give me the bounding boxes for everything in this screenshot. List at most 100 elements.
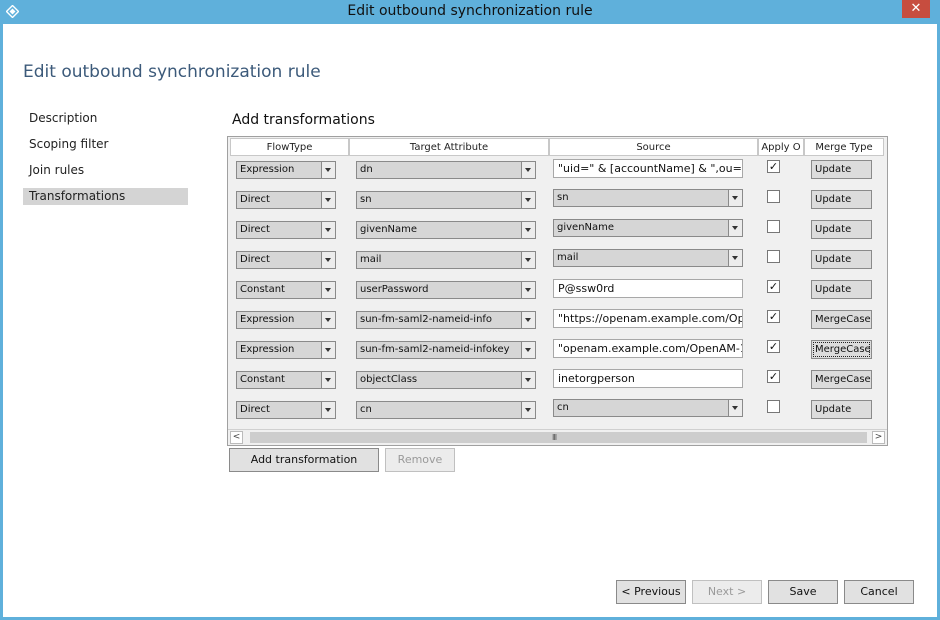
chevron-down-icon[interactable] (728, 400, 742, 416)
target-attribute-select-value: sun-fm-saml2-nameid-info (360, 314, 493, 325)
target-attribute-select[interactable]: cn (356, 401, 536, 419)
chevron-down-icon[interactable] (521, 222, 535, 238)
target-attribute-select[interactable]: mail (356, 251, 536, 269)
chevron-down-icon[interactable] (321, 402, 335, 418)
target-attribute-select-value: sn (360, 194, 372, 205)
merge-type-select[interactable]: Update (811, 220, 872, 239)
column-header-merge-type[interactable]: Merge Type (804, 138, 884, 156)
cancel-button[interactable]: Cancel (844, 580, 914, 604)
page-title: Edit outbound synchronization rule (23, 62, 321, 82)
chevron-down-icon[interactable] (521, 402, 535, 418)
source-select-value: givenName (557, 222, 615, 233)
source-select[interactable]: sn (553, 189, 743, 207)
apply-once-checkbox[interactable]: ✓ (767, 160, 780, 173)
chevron-down-icon[interactable] (321, 222, 335, 238)
chevron-down-icon[interactable] (728, 190, 742, 206)
sidebar-item-description[interactable]: Description (23, 110, 188, 127)
chevron-down-icon[interactable] (321, 252, 335, 268)
column-header-apply-once[interactable]: Apply O (758, 138, 804, 156)
merge-type-select[interactable]: MergeCase (811, 370, 872, 389)
flowtype-select[interactable]: Constant (236, 281, 336, 299)
dialog-body: Edit outbound synchronization rule Descr… (3, 24, 937, 617)
source-input[interactable]: "uid=" & [accountName] & ",ou=pe (553, 159, 743, 178)
apply-once-checkbox[interactable]: ✓ (767, 340, 780, 353)
flowtype-select[interactable]: Direct (236, 191, 336, 209)
flowtype-select[interactable]: Expression (236, 341, 336, 359)
source-input[interactable]: P@ssw0rd (553, 279, 743, 298)
chevron-down-icon[interactable] (321, 282, 335, 298)
source-select[interactable]: cn (553, 399, 743, 417)
flowtype-select[interactable]: Constant (236, 371, 336, 389)
apply-once-checkbox[interactable] (767, 400, 780, 413)
flowtype-select[interactable]: Direct (236, 401, 336, 419)
chevron-down-icon[interactable] (321, 372, 335, 388)
merge-type-select[interactable]: Update (811, 160, 872, 179)
scroll-right-button[interactable]: > (872, 431, 885, 444)
merge-type-select[interactable]: MergeCase (811, 310, 872, 329)
sidebar-item-transformations[interactable]: Transformations (23, 188, 188, 205)
apply-once-checkbox[interactable] (767, 250, 780, 263)
target-attribute-select-value: sun-fm-saml2-nameid-infokey (360, 344, 510, 355)
scroll-left-button[interactable]: < (230, 431, 243, 444)
column-header-source[interactable]: Source (549, 138, 758, 156)
merge-type-select[interactable]: MergeCase (811, 340, 872, 359)
flowtype-select[interactable]: Direct (236, 221, 336, 239)
chevron-down-icon[interactable] (521, 342, 535, 358)
target-attribute-select-value: givenName (360, 224, 418, 235)
flowtype-select-value: Direct (240, 404, 270, 415)
target-attribute-select[interactable]: objectClass (356, 371, 536, 389)
chevron-down-icon[interactable] (321, 342, 335, 358)
apply-once-checkbox[interactable]: ✓ (767, 280, 780, 293)
remove-button[interactable]: Remove (385, 448, 455, 472)
checkmark-icon: ✓ (768, 310, 779, 323)
merge-type-select[interactable]: Update (811, 250, 872, 269)
flowtype-select-value: Constant (240, 374, 285, 385)
target-attribute-select[interactable]: dn (356, 161, 536, 179)
merge-type-select[interactable]: Update (811, 400, 872, 419)
save-button[interactable]: Save (768, 580, 838, 604)
flowtype-select-value: Expression (240, 344, 295, 355)
chevron-down-icon[interactable] (521, 372, 535, 388)
chevron-down-icon[interactable] (728, 220, 742, 236)
source-input[interactable]: "openam.example.com/OpenAM-1 (553, 339, 743, 358)
sidebar-item-scoping-filter[interactable]: Scoping filter (23, 136, 188, 153)
target-attribute-select[interactable]: userPassword (356, 281, 536, 299)
target-attribute-select[interactable]: givenName (356, 221, 536, 239)
merge-type-select[interactable]: Update (811, 280, 872, 299)
scroll-thumb[interactable]: III (250, 432, 867, 443)
apply-once-checkbox[interactable]: ✓ (767, 370, 780, 383)
chevron-down-icon[interactable] (321, 192, 335, 208)
merge-type-select[interactable]: Update (811, 190, 872, 209)
source-select-value: mail (557, 252, 579, 263)
chevron-down-icon[interactable] (321, 162, 335, 178)
chevron-down-icon[interactable] (321, 312, 335, 328)
close-button[interactable]: ✕ (902, 0, 930, 18)
next-button[interactable]: Next > (692, 580, 762, 604)
chevron-down-icon[interactable] (521, 252, 535, 268)
chevron-down-icon[interactable] (521, 312, 535, 328)
horizontal-scrollbar[interactable]: < III > (228, 429, 887, 445)
chevron-down-icon[interactable] (521, 162, 535, 178)
chevron-down-icon[interactable] (521, 282, 535, 298)
previous-button[interactable]: < Previous (616, 580, 686, 604)
flowtype-select[interactable]: Expression (236, 161, 336, 179)
flowtype-select[interactable]: Expression (236, 311, 336, 329)
source-input[interactable]: "https://openam.example.com/Ope (553, 309, 743, 328)
flowtype-select[interactable]: Direct (236, 251, 336, 269)
apply-once-checkbox[interactable] (767, 190, 780, 203)
apply-once-checkbox[interactable] (767, 220, 780, 233)
chevron-down-icon[interactable] (521, 192, 535, 208)
chevron-down-icon[interactable] (728, 250, 742, 266)
source-select[interactable]: givenName (553, 219, 743, 237)
column-header-flowtype[interactable]: FlowType (230, 138, 349, 156)
target-attribute-select[interactable]: sun-fm-saml2-nameid-infokey (356, 341, 536, 359)
source-select[interactable]: mail (553, 249, 743, 267)
apply-once-checkbox[interactable]: ✓ (767, 310, 780, 323)
target-attribute-select[interactable]: sun-fm-saml2-nameid-info (356, 311, 536, 329)
sidebar-item-join-rules[interactable]: Join rules (23, 162, 188, 179)
target-attribute-select[interactable]: sn (356, 191, 536, 209)
target-attribute-select-value: dn (360, 164, 373, 175)
column-header-target-attribute[interactable]: Target Attribute (349, 138, 549, 156)
add-transformation-button[interactable]: Add transformation (229, 448, 379, 472)
source-input[interactable]: inetorgperson (553, 369, 743, 388)
